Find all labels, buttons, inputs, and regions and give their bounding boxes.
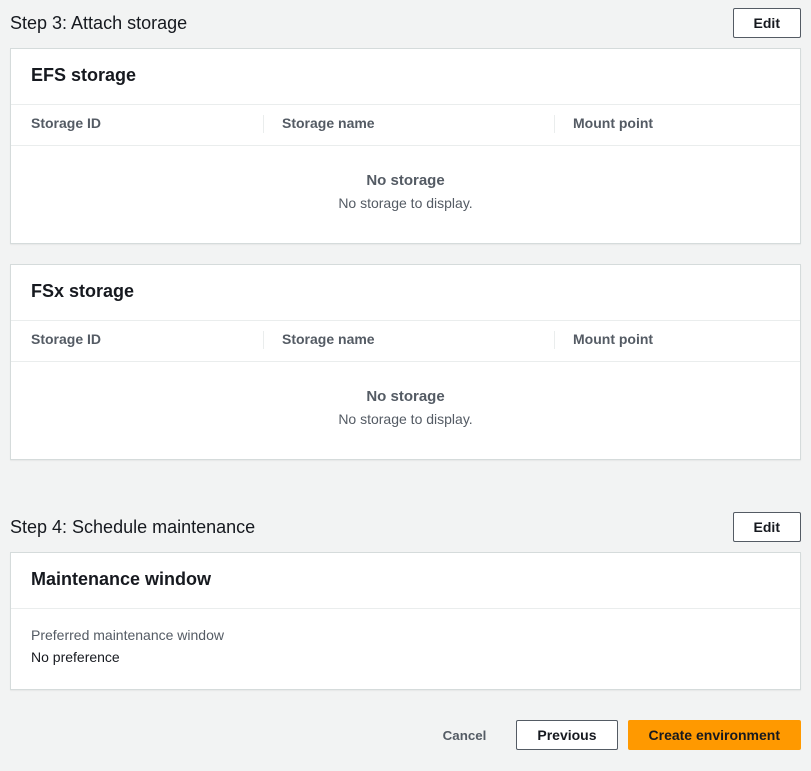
step3-title: Step 3: Attach storage <box>10 13 187 34</box>
step4-edit-button[interactable]: Edit <box>733 512 801 542</box>
efs-panel-title: EFS storage <box>31 65 780 86</box>
maintenance-panel-header: Maintenance window <box>11 553 800 609</box>
column-separator <box>554 115 555 133</box>
efs-col-storage-name: Storage name <box>282 115 562 133</box>
step3-header: Step 3: Attach storage Edit <box>0 0 811 48</box>
efs-empty-state: No storage No storage to display. <box>11 146 800 243</box>
column-separator <box>263 331 264 349</box>
step3-edit-button[interactable]: Edit <box>733 8 801 38</box>
maintenance-panel-title: Maintenance window <box>31 569 780 590</box>
wizard-footer: Cancel Previous Create environment <box>0 710 811 760</box>
create-environment-button[interactable]: Create environment <box>628 720 801 750</box>
efs-col-storage-id: Storage ID <box>31 115 271 133</box>
fsx-col-storage-id: Storage ID <box>31 331 271 349</box>
maintenance-label: Preferred maintenance window <box>31 627 780 643</box>
fsx-panel-header: FSx storage <box>11 265 800 321</box>
efs-storage-panel: EFS storage Storage ID Storage name Moun… <box>10 48 801 244</box>
fsx-empty-title: No storage <box>31 388 780 405</box>
efs-panel-header: EFS storage <box>11 49 800 105</box>
fsx-col-mount-point: Mount point <box>573 331 780 349</box>
column-separator <box>263 115 264 133</box>
fsx-table-head: Storage ID Storage name Mount point <box>11 321 800 362</box>
fsx-col-storage-name: Storage name <box>282 331 562 349</box>
step4-title: Step 4: Schedule maintenance <box>10 517 255 538</box>
fsx-empty-state: No storage No storage to display. <box>11 362 800 459</box>
efs-empty-title: No storage <box>31 172 780 189</box>
maintenance-window-panel: Maintenance window Preferred maintenance… <box>10 552 801 690</box>
maintenance-kv: Preferred maintenance window No preferen… <box>11 609 800 689</box>
fsx-empty-subtitle: No storage to display. <box>31 411 780 427</box>
column-separator <box>554 331 555 349</box>
efs-empty-subtitle: No storage to display. <box>31 195 780 211</box>
fsx-panel-title: FSx storage <box>31 281 780 302</box>
cancel-button[interactable]: Cancel <box>423 722 507 749</box>
maintenance-value: No preference <box>31 649 780 665</box>
step4-header: Step 4: Schedule maintenance Edit <box>0 504 811 552</box>
fsx-storage-panel: FSx storage Storage ID Storage name Moun… <box>10 264 801 460</box>
efs-table-head: Storage ID Storage name Mount point <box>11 105 800 146</box>
efs-col-mount-point: Mount point <box>573 115 780 133</box>
previous-button[interactable]: Previous <box>516 720 617 750</box>
